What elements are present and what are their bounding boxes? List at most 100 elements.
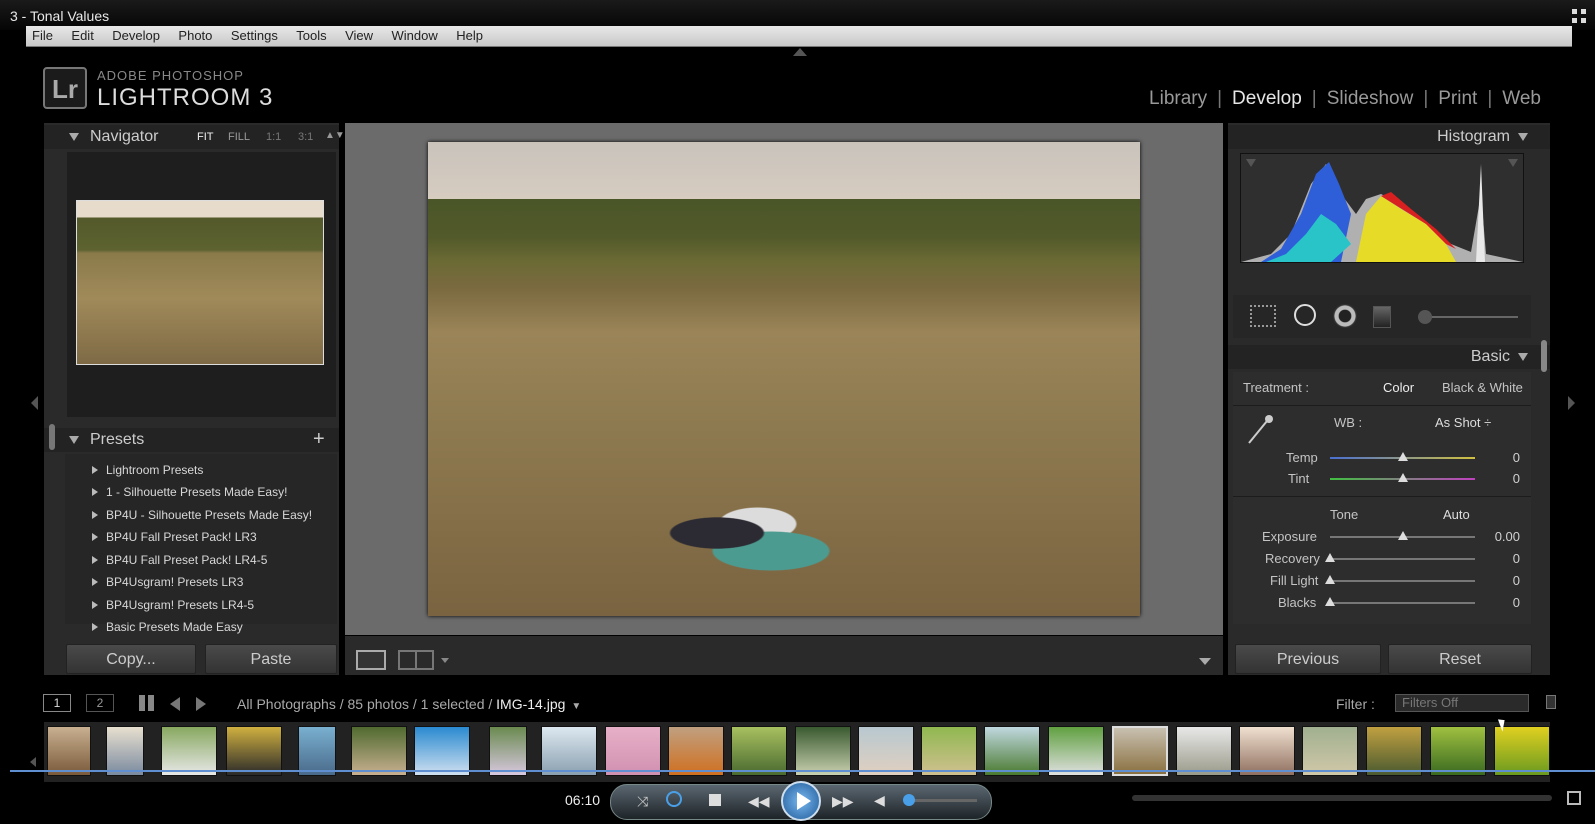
exposure-slider-knob[interactable]: [1397, 531, 1408, 540]
fill-light-value[interactable]: 0: [1480, 573, 1520, 588]
repeat-icon[interactable]: [666, 791, 682, 807]
filmstrip-thumbnail[interactable]: [106, 726, 144, 776]
presets-header[interactable]: Presets +: [44, 428, 339, 452]
filmstrip-scrollbar[interactable]: [1132, 795, 1552, 801]
collapse-icon[interactable]: [1518, 133, 1528, 141]
treatment-black-white[interactable]: Black & White: [1442, 380, 1523, 395]
play-button[interactable]: [781, 781, 821, 821]
filmstrip-thumbnail[interactable]: [1430, 726, 1486, 776]
filmstrip-thumbnail[interactable]: [1302, 726, 1358, 776]
filmstrip-thumbnail[interactable]: [161, 726, 217, 776]
highlight-clip-icon[interactable]: [1508, 159, 1518, 167]
copy-button[interactable]: Copy...: [66, 644, 196, 674]
filmstrip-thumbnail-selected[interactable]: [1112, 726, 1168, 776]
loupe-view-icon[interactable]: [356, 650, 386, 670]
preset-folder[interactable]: Lightroom Presets: [92, 463, 203, 477]
module-web[interactable]: Web: [1502, 88, 1541, 109]
preset-folder[interactable]: BP4U - Silhouette Presets Made Easy!: [92, 508, 312, 522]
basic-header[interactable]: Basic: [1228, 345, 1550, 369]
filmstrip-thumbnail[interactable]: [921, 726, 977, 776]
menu-help[interactable]: Help: [450, 26, 489, 45]
filmstrip-thumbnail[interactable]: [668, 726, 724, 776]
stop-icon[interactable]: [709, 794, 721, 806]
blacks-slider-knob[interactable]: [1325, 597, 1335, 606]
volume-icon[interactable]: ◀: [874, 792, 885, 809]
recovery-value[interactable]: 0: [1480, 551, 1520, 566]
filmstrip-thumbnail[interactable]: [1176, 726, 1232, 776]
menu-tools[interactable]: Tools: [290, 26, 332, 45]
blacks-slider-track[interactable]: [1330, 602, 1475, 604]
menu-view[interactable]: View: [339, 26, 379, 45]
reset-button[interactable]: Reset: [1388, 644, 1532, 674]
expand-icon[interactable]: [92, 556, 98, 564]
collapse-icon[interactable]: [69, 436, 79, 444]
filmstrip-thumbnail[interactable]: [795, 726, 851, 776]
preset-folder[interactable]: BP4U Fall Preset Pack! LR3: [92, 530, 257, 544]
menu-photo[interactable]: Photo: [172, 26, 218, 45]
volume-knob[interactable]: [903, 794, 915, 806]
back-arrow-icon[interactable]: [170, 697, 180, 711]
zoom-fill[interactable]: FILL: [228, 131, 250, 143]
graduated-filter-icon[interactable]: [1373, 306, 1391, 328]
fill-light-slider-track[interactable]: [1330, 580, 1475, 582]
blacks-value[interactable]: 0: [1480, 595, 1520, 610]
fill-light-slider-knob[interactable]: [1325, 575, 1335, 584]
fast-forward-icon[interactable]: ▶▶: [832, 793, 854, 810]
module-print[interactable]: Print: [1438, 88, 1477, 109]
module-develop[interactable]: Develop: [1232, 88, 1302, 109]
histogram-header[interactable]: Histogram: [1228, 125, 1550, 149]
collapse-icon[interactable]: [69, 133, 79, 141]
expand-icon[interactable]: [92, 466, 98, 474]
filter-select[interactable]: Filters Off: [1395, 694, 1529, 712]
filmstrip-thumbnail[interactable]: [984, 726, 1040, 776]
menu-edit[interactable]: Edit: [65, 26, 99, 45]
preset-folder[interactable]: 1 - Silhouette Presets Made Easy!: [92, 485, 287, 499]
red-eye-icon[interactable]: [1333, 304, 1357, 328]
paste-button[interactable]: Paste: [205, 644, 337, 674]
forward-arrow-icon[interactable]: [196, 697, 206, 711]
filter-lock-icon[interactable]: [1546, 695, 1556, 709]
module-library[interactable]: Library: [1149, 88, 1207, 109]
filmstrip-thumbnail[interactable]: [541, 726, 597, 776]
expand-icon[interactable]: [92, 488, 98, 496]
add-preset-icon[interactable]: +: [313, 428, 325, 451]
filmstrip-thumbnail[interactable]: [1494, 726, 1550, 776]
menu-settings[interactable]: Settings: [225, 26, 284, 45]
recovery-slider-knob[interactable]: [1325, 553, 1335, 562]
navigator-header[interactable]: Navigator FIT FILL 1:1 3:1 ▲▼: [44, 125, 345, 149]
filmstrip-thumbnail[interactable]: [1239, 726, 1295, 776]
crop-tool-icon[interactable]: [1250, 305, 1276, 327]
module-slideshow[interactable]: Slideshow: [1327, 88, 1414, 109]
switch-to-now-playing-icon[interactable]: [1567, 791, 1581, 805]
filmstrip-thumbnail[interactable]: [1048, 726, 1104, 776]
filmstrip-source[interactable]: All Photographs / 85 photos / 1 selected…: [237, 696, 581, 712]
filmstrip-thumbnail[interactable]: [226, 726, 282, 776]
preset-folder[interactable]: BP4Usgram! Presets LR4-5: [92, 598, 254, 612]
expand-icon[interactable]: [92, 578, 98, 586]
temp-value[interactable]: 0: [1480, 450, 1520, 465]
before-after-menu-icon[interactable]: [441, 658, 449, 663]
fullscreen-icon[interactable]: [1571, 8, 1587, 24]
preset-folder[interactable]: BP4Usgram! Presets LR3: [92, 575, 243, 589]
temp-slider-knob[interactable]: [1397, 452, 1408, 461]
left-scrollbar[interactable]: [49, 424, 55, 450]
toolbar-options-icon[interactable]: [1199, 658, 1211, 665]
preset-folder[interactable]: Basic Presets Made Easy: [92, 620, 243, 634]
volume-slider[interactable]: [905, 799, 977, 802]
filmstrip-thumbnail[interactable]: [731, 726, 787, 776]
top-panel-toggle-icon[interactable]: [793, 48, 807, 56]
expand-icon[interactable]: [92, 623, 98, 631]
zoom-fit[interactable]: FIT: [197, 131, 214, 143]
recovery-slider-track[interactable]: [1330, 558, 1475, 560]
filmstrip-scroll-left-icon[interactable]: [30, 757, 36, 767]
right-scrollbar[interactable]: [1541, 340, 1547, 372]
spot-removal-icon[interactable]: [1294, 304, 1316, 326]
filmstrip-thumbnail[interactable]: [47, 726, 91, 776]
filmstrip-thumbnail[interactable]: [298, 726, 336, 776]
tint-slider-knob[interactable]: [1397, 473, 1408, 482]
expand-icon[interactable]: [92, 601, 98, 609]
menu-file[interactable]: File: [26, 26, 59, 45]
grid-view-icon[interactable]: [139, 695, 155, 711]
filmstrip-thumbnail[interactable]: [489, 726, 527, 776]
filmstrip-thumbnail[interactable]: [1366, 726, 1422, 776]
